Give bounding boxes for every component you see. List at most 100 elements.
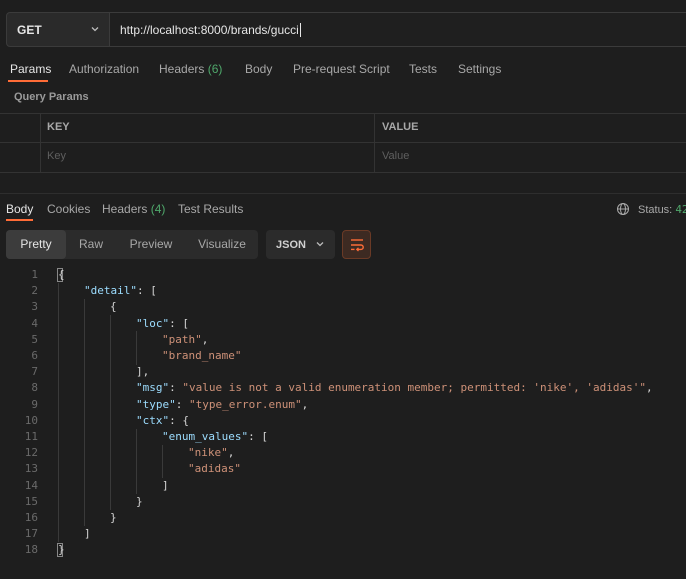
table-divider: [40, 113, 41, 173]
code-line: ]: [162, 479, 169, 492]
query-params-table: KEY VALUE Key Value: [0, 113, 686, 173]
json-punctuation: : [: [136, 284, 157, 298]
line-number: 16: [24, 511, 38, 524]
code-line: ]: [84, 527, 91, 540]
key-input[interactable]: Key: [47, 150, 66, 162]
response-headers-count: (4): [150, 202, 166, 216]
json-punctuation: ,: [301, 397, 309, 411]
line-number: 7: [31, 365, 38, 379]
json-punctuation: ],: [136, 365, 150, 379]
line-number: 9: [31, 397, 38, 411]
code-line: }: [110, 511, 117, 524]
line-number: 18: [24, 543, 38, 557]
code-line: "brand_name": [162, 349, 241, 362]
indent-guide: [110, 315, 111, 510]
line-number: 6: [31, 349, 38, 362]
view-pretty-button[interactable]: Pretty: [6, 230, 66, 259]
line-number: 13: [24, 462, 38, 476]
request-tabs: Params Authorization Headers (6) Body Pr…: [0, 58, 686, 84]
wrap-lines-button[interactable]: [342, 230, 371, 259]
code-line: {: [110, 300, 117, 313]
code-line: "ctx": {: [136, 414, 189, 427]
json-string: "type_error.enum": [189, 397, 302, 411]
json-punctuation: : {: [169, 413, 189, 427]
view-preview-button[interactable]: Preview: [118, 230, 184, 259]
line-number: 1: [31, 268, 38, 281]
code-line: "nike",: [188, 446, 234, 459]
json-string: "brand_name": [162, 349, 242, 362]
code-line: "enum_values": [: [162, 430, 268, 443]
line-number: 15: [24, 494, 38, 508]
status-label: Status:: [638, 204, 673, 216]
table-row: [0, 142, 686, 173]
code-line: "adidas": [188, 462, 241, 475]
code-line: {: [58, 268, 65, 281]
globe-icon[interactable]: [616, 202, 630, 216]
url-input[interactable]: http://localhost:8000/brands/gucci: [110, 12, 686, 47]
request-url-bar: GET http://localhost:8000/brands/gucci: [6, 12, 686, 47]
line-number: 3: [31, 300, 38, 314]
value-input[interactable]: Value: [382, 150, 409, 162]
view-visualize-button[interactable]: Visualize: [190, 230, 254, 259]
indent-guide: [136, 331, 137, 365]
json-punctuation: {: [58, 268, 65, 281]
method-select[interactable]: GET: [6, 12, 110, 47]
headers-count: (6): [207, 62, 223, 76]
line-number: 5: [31, 332, 38, 346]
json-punctuation: :: [175, 397, 189, 411]
format-label: JSON: [276, 239, 306, 251]
code-line: "detail": [: [84, 284, 157, 297]
response-tab-test-results[interactable]: Test Results: [178, 202, 243, 216]
column-value-header: VALUE: [382, 121, 419, 133]
json-punctuation: : [: [248, 430, 268, 443]
json-string: "adidas": [188, 462, 241, 476]
json-string: "nike": [188, 446, 228, 460]
json-punctuation: }: [58, 543, 65, 557]
code-line: ],: [136, 365, 149, 378]
response-tab-cookies[interactable]: Cookies: [47, 202, 90, 216]
indent-guide: [162, 445, 163, 478]
json-punctuation: }: [136, 494, 143, 508]
line-number: 11: [24, 430, 38, 443]
tab-body[interactable]: Body: [245, 62, 272, 76]
line-number: 12: [24, 446, 38, 460]
wrap-lines-icon: [351, 239, 364, 252]
json-key: "ctx": [136, 413, 170, 427]
code-line: "path",: [162, 333, 208, 346]
query-params-title: Query Params: [14, 91, 89, 103]
json-punctuation: ]: [162, 478, 169, 492]
json-key: "msg": [136, 381, 170, 395]
active-response-tab-indicator: [6, 219, 33, 221]
json-punctuation: :: [169, 381, 183, 395]
tab-params[interactable]: Params: [10, 62, 51, 76]
code-line: "msg": "value is not a valid enumeration…: [136, 381, 653, 394]
line-number: 4: [31, 316, 38, 330]
chevron-down-icon: [91, 27, 99, 32]
format-select[interactable]: JSON: [266, 230, 335, 259]
pane-divider[interactable]: [0, 193, 686, 194]
line-number: 14: [24, 478, 38, 492]
response-status: Status: 42: [616, 202, 686, 216]
text-cursor: [299, 23, 301, 37]
response-tab-headers[interactable]: Headers (4): [102, 202, 165, 216]
code-line: }: [58, 543, 65, 556]
indent-guide: [84, 299, 85, 526]
response-tab-body[interactable]: Body: [6, 202, 33, 216]
json-punctuation: ]: [84, 527, 91, 541]
json-punctuation: }: [110, 511, 117, 524]
json-string: "value is not a valid enumeration member…: [182, 381, 646, 395]
view-raw-button[interactable]: Raw: [68, 230, 114, 259]
view-mode-switcher: Pretty Raw Preview Visualize: [6, 230, 258, 259]
code-line: }: [136, 495, 143, 508]
table-divider: [374, 113, 375, 173]
tab-headers[interactable]: Headers (6): [159, 62, 222, 76]
tab-pre-request-script[interactable]: Pre-request Script: [293, 62, 390, 76]
json-punctuation: ,: [201, 332, 209, 346]
json-punctuation: ,: [645, 381, 653, 395]
status-code: 42: [675, 203, 686, 216]
indent-guide: [136, 429, 137, 494]
tab-tests[interactable]: Tests: [409, 62, 437, 76]
tab-settings[interactable]: Settings: [458, 62, 501, 76]
json-punctuation: {: [110, 300, 117, 314]
tab-authorization[interactable]: Authorization: [69, 62, 139, 76]
